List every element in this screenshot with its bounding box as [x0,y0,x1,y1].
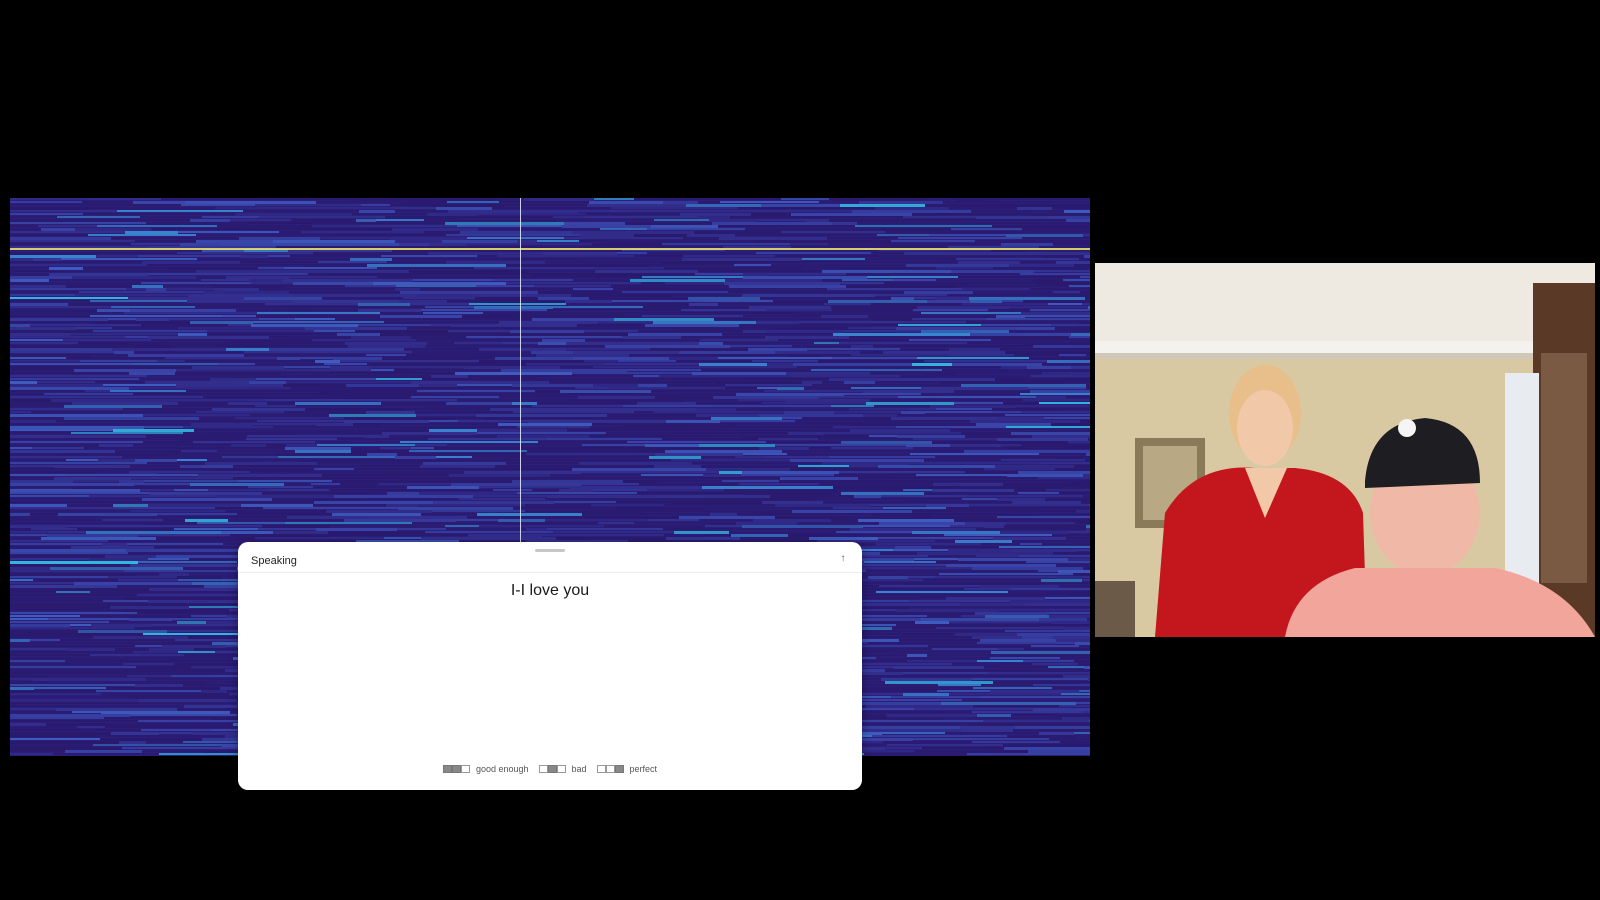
legend-label: good enough [475,764,529,774]
legend-bad[interactable]: bad [538,764,587,774]
webcam-feed [1095,263,1595,637]
transcript-text: I-I love you [510,582,590,599]
legend-label: bad [571,764,587,774]
frequency-marker-line [10,248,1090,250]
legend-label: perfect [629,764,658,774]
rating-good-enough-icon [442,765,470,773]
panel-header: Speaking ↑ [238,542,862,573]
stage: Speaking ↑ I-I love you good enough bad [0,0,1600,900]
drag-handle[interactable] [535,549,565,552]
webcam-image [1095,263,1595,637]
rating-perfect-icon [596,765,624,773]
panel-title: Speaking [251,555,297,567]
rating-legend: good enough bad perfect [238,764,862,774]
transcript-panel: Speaking ↑ I-I love you good enough bad [238,542,862,790]
legend-good-enough[interactable]: good enough [442,764,529,774]
arrow-up-icon[interactable]: ↑ [836,552,850,566]
rating-bad-icon [538,765,566,773]
legend-perfect[interactable]: perfect [596,764,658,774]
